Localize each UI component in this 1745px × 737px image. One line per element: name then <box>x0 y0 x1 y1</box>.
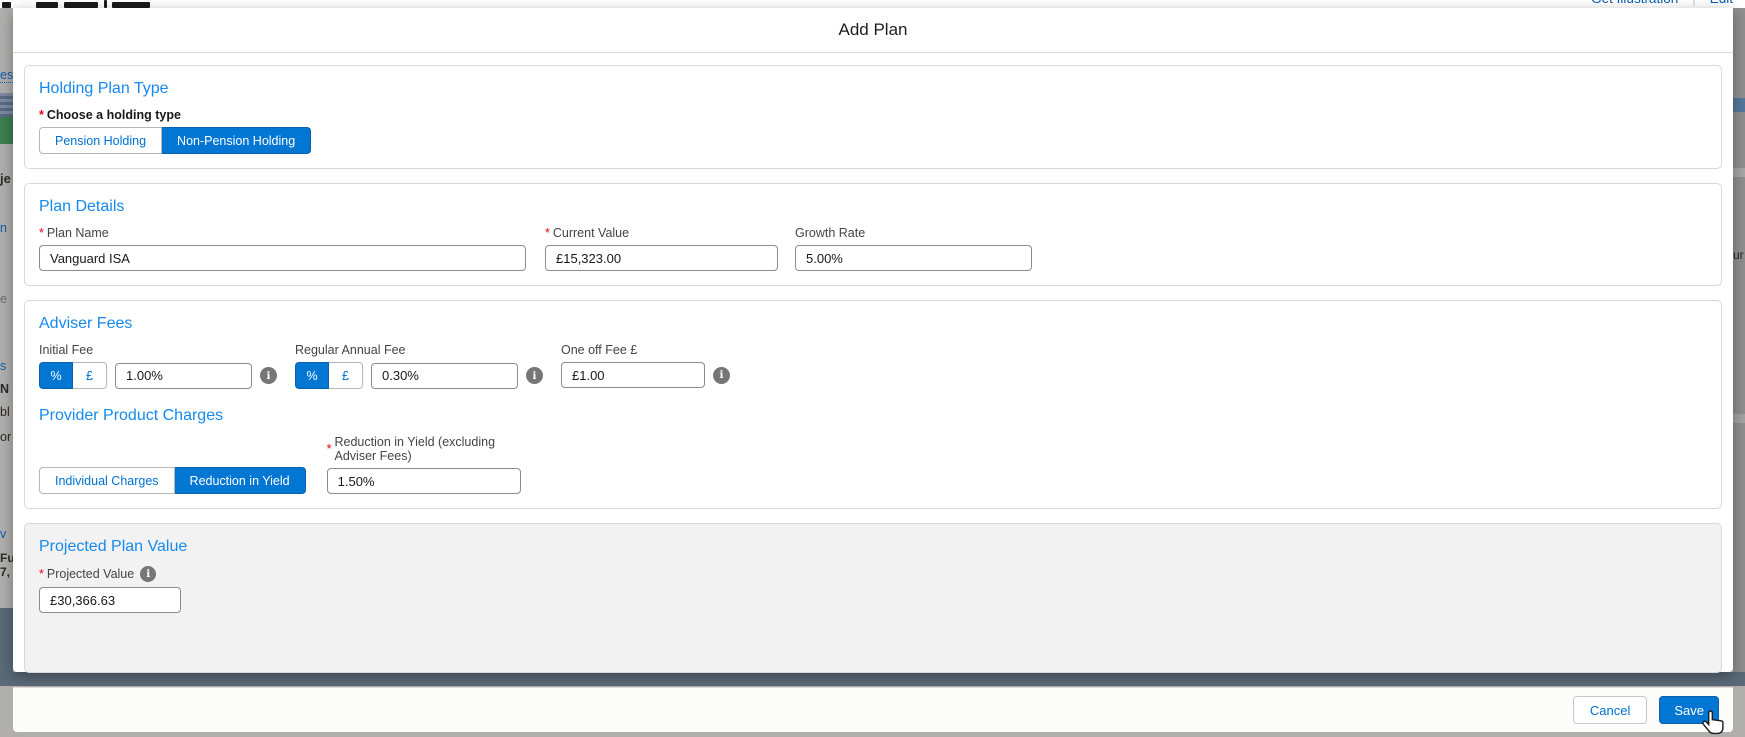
pension-holding-toggle[interactable]: Pension Holding <box>39 127 163 154</box>
link-separator: | <box>1692 0 1696 6</box>
growth-rate-label: Growth Rate <box>795 226 1032 240</box>
plan-details-heading: Plan Details <box>39 198 125 215</box>
choose-holding-type-label: * Choose a holding type <box>39 108 1707 122</box>
current-value-input[interactable] <box>545 245 778 271</box>
current-value-label: * Current Value <box>545 226 778 240</box>
add-plan-modal: Add Plan Holding Plan Type * Choose a ho… <box>13 8 1733 735</box>
provider-product-charges-heading: Provider Product Charges <box>39 407 224 424</box>
background-page-right-sliver: ur <box>1733 8 1745 672</box>
projected-value-label-text: Projected Value <box>46 567 135 581</box>
cancel-button[interactable]: Cancel <box>1572 696 1648 724</box>
info-icon[interactable]: i <box>260 367 277 384</box>
clipped-text-fragment: 7, <box>0 565 11 579</box>
provider-charges-toggle-group: Individual Charges Reduction in Yield <box>39 467 306 494</box>
plan-name-label: * Plan Name <box>39 226 526 240</box>
save-button-label: Save <box>1674 702 1704 718</box>
regular-annual-fee-field: Regular Annual Fee % £ i <box>295 343 543 389</box>
modal-footer: Cancel Save <box>13 687 1733 735</box>
reduction-in-yield-toggle[interactable]: Reduction in Yield <box>174 467 306 494</box>
section-plan-details: Plan Details * Plan Name * Current Value <box>24 183 1722 286</box>
background-page-top-sliver: Get Illustration | Edit <box>0 0 1745 8</box>
clipped-text-fragment: je <box>0 171 11 186</box>
save-button[interactable]: Save <box>1659 696 1724 735</box>
reduction-in-yield-label: * Reduction in Yield (excluding Adviser … <box>327 435 521 463</box>
background-page-left-sliver: es je n e s N bl or v Fu 7, <box>0 8 13 608</box>
growth-rate-field: Growth Rate <box>795 226 1032 271</box>
edit-link[interactable]: Edit <box>1710 0 1733 6</box>
regular-annual-fee-percent-toggle[interactable]: % <box>295 362 329 389</box>
clipped-text-fragment: or <box>0 430 12 444</box>
clipped-text-fragment: Fu <box>0 551 13 565</box>
initial-fee-label-text: Initial Fee <box>39 343 94 357</box>
plan-name-field: * Plan Name <box>39 226 526 271</box>
one-off-fee-input[interactable] <box>561 362 705 388</box>
regular-annual-fee-unit-toggle-group: % £ <box>295 362 363 389</box>
plan-name-input[interactable] <box>39 245 526 271</box>
growth-rate-label-text: Growth Rate <box>795 226 866 240</box>
required-asterisk: * <box>39 226 44 240</box>
clipped-row-band <box>1733 414 1745 423</box>
one-off-fee-label-text: One off Fee £ <box>561 343 638 357</box>
non-pension-holding-toggle[interactable]: Non-Pension Holding <box>162 127 312 154</box>
projected-value-input[interactable] <box>39 587 181 613</box>
clipped-link-fragment: s <box>0 359 7 373</box>
regular-annual-fee-label-text: Regular Annual Fee <box>295 343 406 357</box>
reduction-in-yield-label-text: Reduction in Yield (excluding Adviser Fe… <box>334 435 496 463</box>
reduction-in-yield-input[interactable] <box>326 468 521 494</box>
initial-fee-pound-toggle[interactable]: £ <box>73 362 107 389</box>
initial-fee-label: Initial Fee <box>39 343 277 357</box>
plan-name-label-text: Plan Name <box>46 226 109 240</box>
projected-plan-value-heading: Projected Plan Value <box>39 538 188 555</box>
regular-annual-fee-input[interactable] <box>371 362 518 389</box>
initial-fee-input[interactable] <box>115 362 252 389</box>
choose-holding-type-label-text: Choose a holding type <box>46 108 181 122</box>
mouse-cursor-icon <box>1702 710 1724 735</box>
section-holding-plan-type: Holding Plan Type * Choose a holding typ… <box>24 65 1722 169</box>
clipped-link-fragment: v <box>0 527 7 541</box>
clipped-link-fragment: es <box>0 68 13 83</box>
holding-type-toggle-group: Pension Holding Non-Pension Holding <box>39 127 312 154</box>
clipped-chart-image <box>0 93 13 117</box>
info-icon[interactable]: i <box>526 367 543 384</box>
growth-rate-input[interactable] <box>795 245 1032 271</box>
get-illustration-link[interactable]: Get Illustration <box>1591 0 1678 6</box>
initial-fee-field: Initial Fee % £ i <box>39 343 277 389</box>
one-off-fee-label: One off Fee £ <box>561 343 730 357</box>
page-header-links: Get Illustration | Edit <box>1591 0 1733 6</box>
clipped-blue-element <box>1733 98 1745 112</box>
required-asterisk: * <box>39 108 44 122</box>
required-asterisk: * <box>545 226 550 240</box>
required-asterisk: * <box>39 567 44 581</box>
info-icon[interactable]: i <box>713 366 730 384</box>
clipped-text-fragment: N <box>0 382 10 396</box>
modal-body: Holding Plan Type * Choose a holding typ… <box>13 53 1733 687</box>
clipped-heading-glyph <box>104 0 107 8</box>
clipped-green-banner <box>0 117 13 144</box>
reduction-in-yield-field: * Reduction in Yield (excluding Adviser … <box>326 435 521 494</box>
required-asterisk: * <box>326 442 332 456</box>
section-projected-plan-value: Projected Plan Value * Projected Value i <box>24 523 1722 673</box>
section-adviser-fees: Adviser Fees Initial Fee % £ i <box>24 300 1722 509</box>
projected-value-label: * Projected Value i <box>39 566 1707 582</box>
one-off-fee-field: One off Fee £ i <box>561 343 730 388</box>
current-value-field: * Current Value <box>545 226 778 271</box>
regular-annual-fee-label: Regular Annual Fee <box>295 343 543 357</box>
clipped-row-band <box>1733 168 1745 177</box>
current-value-label-text: Current Value <box>552 226 630 240</box>
holding-plan-type-heading: Holding Plan Type <box>39 80 169 97</box>
initial-fee-unit-toggle-group: % £ <box>39 362 107 389</box>
modal-header: Add Plan <box>13 8 1733 53</box>
initial-fee-percent-toggle[interactable]: % <box>39 362 73 389</box>
regular-annual-fee-pound-toggle[interactable]: £ <box>329 362 363 389</box>
clipped-text-fragment: e <box>0 292 7 306</box>
adviser-fees-heading: Adviser Fees <box>39 315 133 332</box>
info-icon[interactable]: i <box>140 566 157 582</box>
clipped-link-fragment: n <box>0 221 7 235</box>
clipped-text-fragment: ur <box>1733 248 1744 262</box>
clipped-text-fragment: bl <box>0 405 10 419</box>
modal-title: Add Plan <box>838 20 908 39</box>
individual-charges-toggle[interactable]: Individual Charges <box>39 467 175 494</box>
